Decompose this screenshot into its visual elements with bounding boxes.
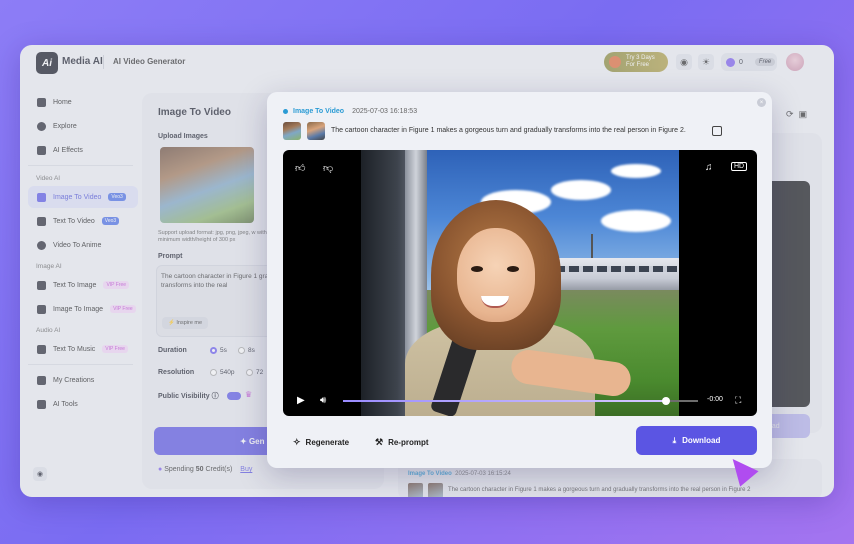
cloud [601,210,671,232]
progress-bar[interactable] [343,397,698,405]
eye [471,266,483,272]
regenerate-label: Regenerate [305,438,350,447]
modal-meta: Image To Video 2025-07-03 16:18:53 [283,108,417,115]
fullscreen-icon[interactable]: ⛶ [735,395,741,406]
eye [507,266,519,272]
regenerate-button[interactable]: ✧ Regenerate [293,437,349,448]
thumbs-down-icon[interactable]: 👎︎ [323,162,333,174]
download-button[interactable]: ⤓ Download [636,426,757,455]
video-player[interactable]: 👍︎ 👎︎ ♫ HD ▶ 🔊︎ -0:00 ⛶ [283,150,757,416]
cloud [551,180,611,200]
download-icon: ⤓ [672,435,677,445]
play-icon[interactable]: ▶ [297,395,305,406]
reprompt-button[interactable]: ⚒ Re-prompt [375,437,429,448]
status-dot [283,109,288,114]
modal-prompt: The cartoon character in Figure 1 makes … [331,127,686,134]
cloud [611,164,661,178]
source-thumb-1[interactable] [283,122,301,140]
thumbs-up-icon[interactable]: 👍︎ [295,162,305,174]
hd-icon[interactable]: HD [731,162,748,171]
wand-icon: ⚒ [375,437,384,447]
source-thumb-2[interactable] [307,122,325,140]
video-result-modal: × Image To Video 2025-07-03 16:18:53 The… [267,92,772,468]
reprompt-label: Re-prompt [388,438,429,447]
modal-date: 2025-07-03 16:18:53 [352,108,418,115]
copy-icon[interactable] [712,126,722,136]
progress-knob[interactable] [662,397,671,405]
music-note-icon[interactable]: ♫ [705,162,713,173]
volume-icon[interactable]: 🔊︎ [320,395,326,406]
close-icon[interactable]: × [757,98,766,107]
modal-type: Image To Video [293,108,345,115]
progress-fill [343,400,667,402]
time-remaining: -0:00 [707,396,723,403]
download-label: Download [682,436,721,445]
sparkles-icon: ✧ [293,437,301,447]
video-frame [361,150,679,416]
